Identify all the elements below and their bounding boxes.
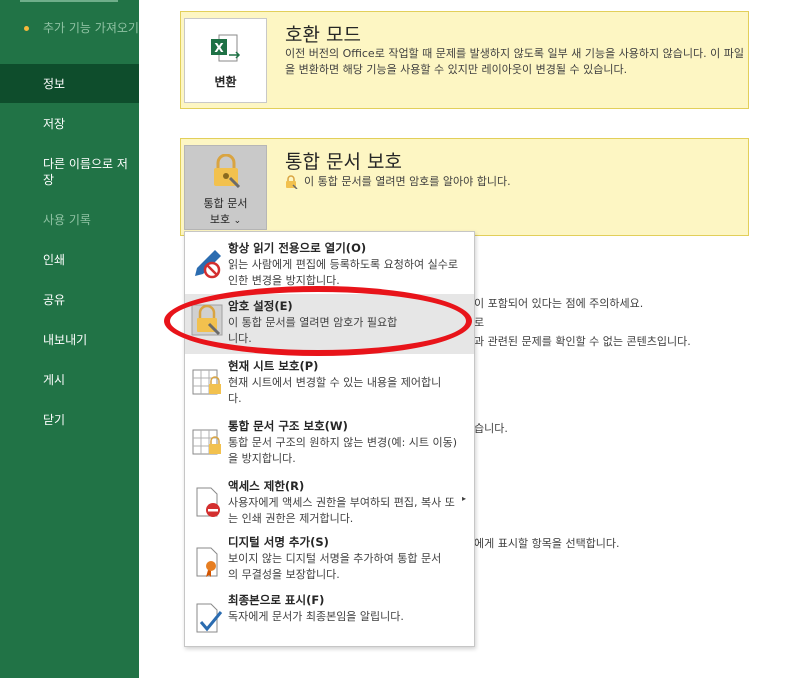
sidebar-item-addins[interactable]: 추가 기능 가져오기 xyxy=(0,20,139,56)
chevron-down-icon: ⌄ xyxy=(233,216,242,226)
protect-desc: 이 통합 문서를 열려면 암호를 알아야 합니다. xyxy=(304,175,511,188)
protect-title: 통합 문서 보호 xyxy=(285,151,402,173)
sidebar-item-label: 정보 xyxy=(43,77,66,91)
backstage-sidebar: 추가 기능 가져오기 정보 저장 다른 이름으로 저장 사용 기록 인쇄 공유 … xyxy=(0,0,139,678)
inspect-text-5: 에게 표시할 항목을 선택합니다. xyxy=(474,537,620,550)
sidebar-item-export[interactable]: 내보내기 xyxy=(0,332,139,348)
excel-convert-icon: X xyxy=(211,34,241,62)
menu-item-restrict-access[interactable]: 액세스 제한(R) 사용자에게 액세스 권한을 부여하되 편집, 복사 또는 인… xyxy=(185,474,474,534)
menu-item-mark-final[interactable]: 최종본으로 표시(F) 독자에게 문서가 최종본임을 알립니다. xyxy=(185,592,474,652)
sidebar-item-share[interactable]: 공유 xyxy=(0,292,139,308)
menu-item-read-only[interactable]: 항상 읽기 전용으로 열기(O) 읽는 사람에게 편집에 등록하도록 요청하여 … xyxy=(185,234,474,294)
doc-ribbon-icon xyxy=(196,547,218,577)
menu-item-digital-signature[interactable]: 디지털 서명 추가(S) 보이지 않는 디지털 서명을 추가하여 통합 문서의 … xyxy=(185,534,474,594)
sidebar-item-close[interactable]: 닫기 xyxy=(0,412,139,428)
sidebar-item-save[interactable]: 저장 xyxy=(0,116,139,132)
bullet-icon xyxy=(24,26,29,31)
sidebar-divider xyxy=(20,0,118,2)
sidebar-item-label: 저장 xyxy=(43,117,66,131)
doc-restrict-icon xyxy=(196,487,220,517)
menu-item-protect-sheet[interactable]: 현재 시트 보호(P) 현재 시트에서 변경할 수 있는 내용을 제어합니다. xyxy=(185,354,474,414)
lock-key-icon xyxy=(214,154,241,188)
convert-button[interactable]: X 변환 xyxy=(184,18,267,103)
sidebar-item-save-as[interactable]: 다른 이름으로 저장 xyxy=(0,156,139,188)
sidebar-item-publish[interactable]: 게시 xyxy=(0,372,139,388)
sidebar-item-label: 게시 xyxy=(43,373,66,387)
protect-workbook-menu: 항상 읽기 전용으로 열기(O) 읽는 사람에게 편집에 등록하도록 요청하여 … xyxy=(184,231,475,647)
inspect-text-2: 로 xyxy=(474,316,485,329)
menu-item-set-password[interactable]: 암호 설정(E) 이 통합 문서를 열려면 암호가 필요합니다. xyxy=(185,294,474,354)
compat-title: 호환 모드 xyxy=(285,24,361,46)
compat-desc: 이전 버전의 Office로 작업할 때 문제를 발생하지 않도록 일부 새 기… xyxy=(285,47,744,76)
sidebar-item-label: 추가 기능 가져오기 xyxy=(43,21,139,35)
sidebar-item-label: 다른 이름으로 저장 xyxy=(43,157,128,187)
sidebar-item-label: 내보내기 xyxy=(43,333,88,347)
lock-key-icon xyxy=(191,304,223,336)
sidebar-item-label: 사용 기록 xyxy=(43,213,91,227)
sidebar-item-info[interactable]: 정보 xyxy=(0,64,139,103)
inspect-text-4: 습니다. xyxy=(474,422,508,435)
protect-workbook-button[interactable]: 통합 문서 보호 ⌄ xyxy=(184,145,267,230)
protect-workbook-card: 통합 문서 보호 ⌄ 통합 문서 보호 이 통합 문서를 열려면 암호를 알아야… xyxy=(180,138,749,236)
submenu-arrow-icon: ▸ xyxy=(461,494,466,503)
svg-text:X: X xyxy=(214,41,224,55)
convert-button-label: 변환 xyxy=(214,75,237,89)
compat-mode-card: X 변환 호환 모드 이전 버전의 Office로 작업할 때 문제를 발생하지… xyxy=(180,11,749,109)
menu-item-protect-structure[interactable]: 통합 문서 구조 보호(W) 통합 문서 구조의 원하지 않는 변경(예: 시트… xyxy=(185,414,474,474)
pencil-no-icon xyxy=(195,250,221,279)
sidebar-item-label: 인쇄 xyxy=(43,253,66,267)
lock-icon xyxy=(286,175,298,189)
inspect-text-3: 과 관련된 문제를 확인할 수 없는 콘텐츠입니다. xyxy=(474,335,691,348)
sidebar-item-label: 닫기 xyxy=(43,413,66,427)
sidebar-item-print[interactable]: 인쇄 xyxy=(0,252,139,268)
sidebar-item-label: 공유 xyxy=(43,293,66,307)
doc-check-icon xyxy=(196,603,223,633)
sheet-lock-icon xyxy=(192,369,221,395)
inspect-text-1: 이 포함되어 있다는 점에 주의하세요. xyxy=(474,297,644,310)
sidebar-item-history[interactable]: 사용 기록 xyxy=(0,212,139,228)
protect-button-label: 통합 문서 보호 ⌄ xyxy=(203,197,248,226)
workbook-lock-icon xyxy=(192,429,221,455)
